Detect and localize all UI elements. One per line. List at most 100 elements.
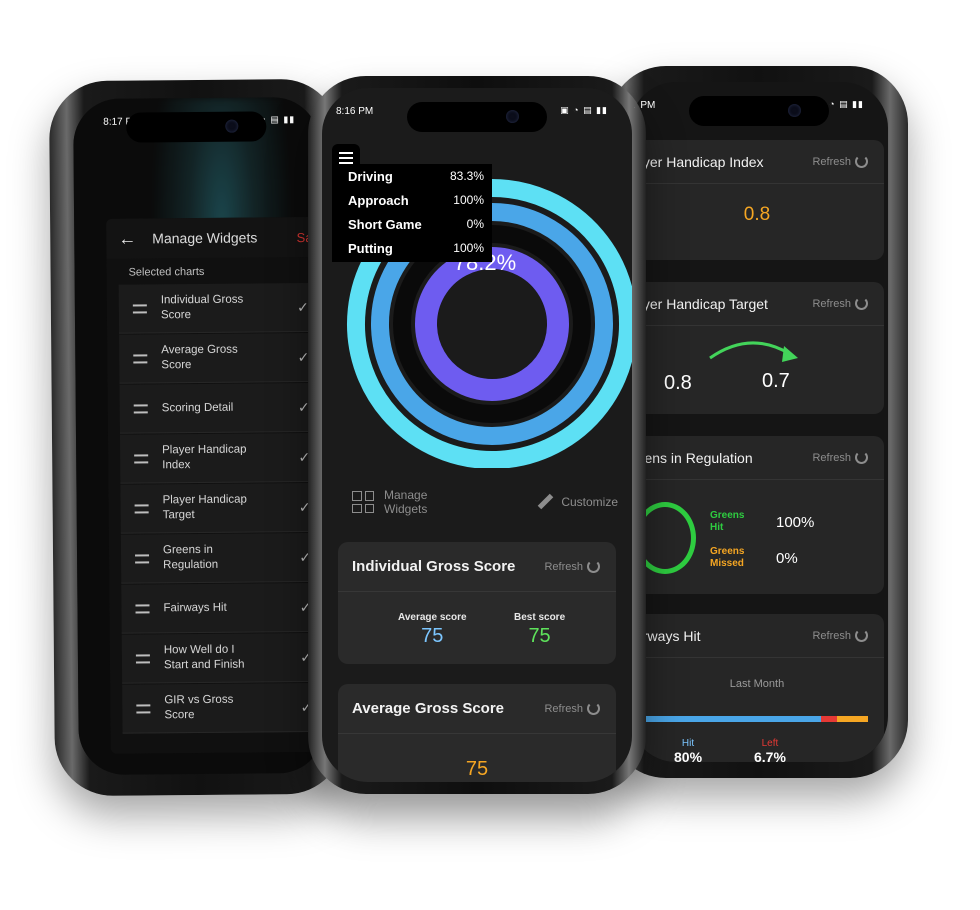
- best-score-value: 75: [528, 625, 551, 647]
- target-to-value: 0.7: [762, 370, 790, 392]
- fairways-left-value: 6.7%: [754, 749, 786, 762]
- average-gross-score-card: Average Gross Score Refresh 75: [338, 684, 616, 782]
- gir-missed-label: Greens Missed: [710, 546, 744, 570]
- card-title: layer Handicap Target: [632, 295, 768, 312]
- refresh-label: Refresh: [812, 451, 851, 464]
- refresh-icon: [855, 451, 868, 464]
- left-screen: 8:17 PM ▣ ◔ ▤ ▮▮ ← Manage Widgets Save S…: [73, 96, 325, 776]
- right-screen: 7 PM ▣ ◔ ▤ ▮▮ layer Handicap Index Refre…: [630, 82, 888, 762]
- fairways-bar-segment: [836, 716, 868, 722]
- legend-label: Putting: [348, 240, 393, 256]
- refresh-button[interactable]: Refresh: [812, 629, 868, 642]
- greens-in-regulation-card: reens in Regulation Refresh Greens Hit 1…: [630, 436, 884, 594]
- fairways-hit-stat: Hit 80%: [674, 738, 702, 762]
- refresh-icon: [587, 702, 600, 715]
- left-phone: 8:17 PM ▣ ◔ ▤ ▮▮ ← Manage Widgets Save S…: [48, 78, 346, 797]
- gir-hit-value: 100%: [776, 514, 815, 531]
- legend-value: 100%: [453, 193, 484, 207]
- refresh-button[interactable]: Refresh: [812, 451, 868, 464]
- legend-row: Approach 100%: [332, 188, 492, 212]
- donut-arc: [415, 247, 569, 401]
- menu-button[interactable]: [332, 144, 360, 172]
- gir-missed-value: 0%: [776, 550, 798, 567]
- card-header: Average Gross Score Refresh: [338, 684, 616, 734]
- legend-label: Short Game: [348, 216, 422, 232]
- camera-notch: [689, 96, 829, 126]
- average-score-value: 75: [421, 625, 444, 647]
- status-time: 8:16 PM: [336, 106, 374, 117]
- fairways-left-label: Left: [761, 738, 779, 749]
- refresh-button[interactable]: Refresh: [812, 155, 868, 168]
- legend-row: Putting 100%: [332, 236, 492, 260]
- stage: 8:17 PM ▣ ◔ ▤ ▮▮ ← Manage Widgets Save S…: [0, 0, 980, 910]
- chart-actions: Manage Widgets Customize: [322, 488, 632, 528]
- legend-label: Approach: [348, 192, 409, 208]
- screen-dim: [73, 96, 325, 776]
- card-header: layer Handicap Target Refresh: [630, 282, 884, 326]
- manage-widgets-label-line1: Manage: [384, 488, 428, 502]
- refresh-button[interactable]: Refresh: [544, 560, 600, 573]
- gir-hit-label-line2: Hit: [710, 522, 724, 533]
- refresh-icon: [855, 297, 868, 310]
- status-time: 7 PM: [632, 100, 656, 111]
- refresh-label: Refresh: [812, 297, 851, 310]
- manage-widgets-button[interactable]: Manage Widgets: [352, 488, 427, 516]
- widgets-grid-icon: [352, 491, 374, 513]
- fairways-bar: [634, 716, 868, 722]
- status-icons: ▣ ◔ ▤ ▮▮: [560, 105, 608, 115]
- menu-icon-bar: [339, 152, 353, 154]
- best-score-stat: Best score 75: [514, 612, 565, 648]
- handicap-index-card: layer Handicap Index Refresh 0.8: [630, 140, 884, 260]
- pencil-icon: [537, 494, 553, 510]
- card-header: layer Handicap Index Refresh: [630, 140, 884, 184]
- fairways-hit-label: Hit: [681, 738, 695, 749]
- gir-hit-label: Greens Hit: [710, 510, 744, 534]
- refresh-icon: [855, 629, 868, 642]
- gir-missed-label-line1: Greens: [710, 546, 745, 557]
- card-title: Individual Gross Score: [352, 558, 516, 575]
- legend-value: 83.3%: [449, 169, 484, 183]
- card-title: reens in Regulation: [632, 449, 753, 466]
- legend-value: 0%: [466, 217, 484, 231]
- camera-notch: [407, 102, 547, 132]
- legend-value: 100%: [453, 241, 484, 255]
- fairways-hit-card: airways Hit Refresh Last Month Hit 80% L…: [630, 614, 884, 762]
- refresh-button[interactable]: Refresh: [544, 702, 600, 715]
- gir-missed-label-line2: Missed: [710, 558, 744, 569]
- menu-icon-bar: [339, 157, 353, 159]
- refresh-label: Refresh: [544, 560, 583, 573]
- handicap-target-card: layer Handicap Target Refresh 0.8 0.7: [630, 282, 884, 414]
- right-phone: 7 PM ▣ ◔ ▤ ▮▮ layer Handicap Index Refre…: [608, 66, 908, 778]
- customize-label: Customize: [561, 495, 618, 509]
- customize-button[interactable]: Customize: [537, 494, 618, 510]
- card-header: Individual Gross Score Refresh: [338, 542, 616, 592]
- refresh-label: Refresh: [812, 629, 851, 642]
- card-title: layer Handicap Index: [632, 153, 764, 170]
- refresh-button[interactable]: Refresh: [812, 297, 868, 310]
- refresh-icon: [587, 560, 600, 573]
- best-score-label: Best score: [514, 612, 566, 623]
- target-from-value: 0.8: [664, 372, 692, 394]
- average-score-label: Average score: [398, 612, 467, 623]
- menu-icon-bar: [339, 162, 353, 164]
- card-header: reens in Regulation Refresh: [630, 436, 884, 480]
- average-gross-score-value: 75: [465, 758, 489, 780]
- manage-widgets-label-line2: Widgets: [384, 502, 428, 516]
- center-screen: 8:16 PM ▣ ◔ ▤ ▮▮ 78.2% Driving 83.3% Appro…: [322, 88, 632, 782]
- average-score-stat: Average score 75: [398, 612, 467, 648]
- card-title: Average Gross Score: [352, 700, 505, 717]
- handicap-index-value: 0.8: [743, 204, 771, 225]
- fairways-left-stat: Left 6.7%: [754, 738, 786, 762]
- fairways-period: Last Month: [729, 678, 785, 690]
- refresh-label: Refresh: [812, 155, 851, 168]
- gir-hit-label-line1: Greens: [710, 510, 745, 521]
- manage-widgets-label: Manage Widgets: [384, 488, 427, 516]
- fairways-hit-value: 80%: [674, 749, 703, 762]
- camera-notch: [126, 111, 267, 143]
- fairways-bar-segment: [821, 716, 837, 722]
- refresh-label: Refresh: [544, 702, 583, 715]
- refresh-icon: [855, 155, 868, 168]
- card-header: airways Hit Refresh: [630, 614, 884, 658]
- fairways-bar-segment: [634, 716, 822, 722]
- legend-row: Short Game 0%: [332, 212, 492, 236]
